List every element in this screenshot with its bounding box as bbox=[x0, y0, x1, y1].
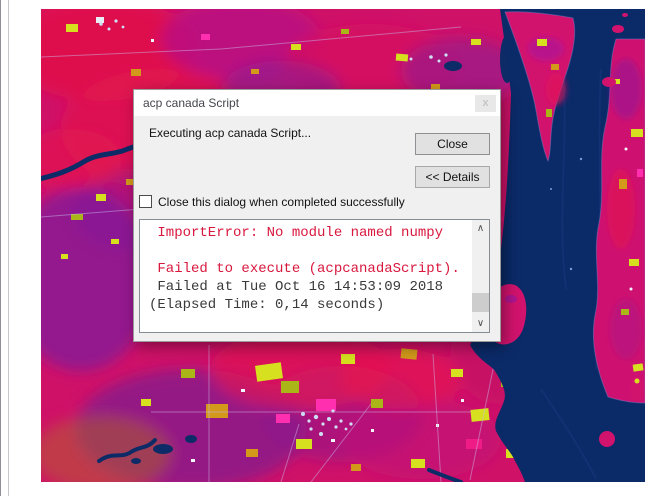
scroll-down-button[interactable]: ∨ bbox=[472, 315, 489, 332]
details-button[interactable]: << Details bbox=[415, 166, 490, 188]
vertical-scrollbar[interactable]: ∧ ∨ bbox=[472, 220, 489, 332]
dock-divider-line bbox=[0, 0, 1, 496]
dialog-close-button[interactable]: x bbox=[475, 95, 496, 112]
chevron-up-icon: ∧ bbox=[477, 223, 484, 234]
scrollbar-track[interactable] bbox=[472, 237, 489, 315]
close-button[interactable]: Close bbox=[415, 133, 490, 155]
checkbox-label: Close this dialog when completed success… bbox=[158, 195, 405, 209]
dialog-titlebar[interactable]: acp canada Script x bbox=[134, 90, 500, 116]
output-line: ImportError: No module named numpy bbox=[149, 224, 471, 242]
script-output-box[interactable]: ImportError: No module named numpy Faile… bbox=[139, 219, 490, 333]
output-line: Failed at Tue Oct 16 14:53:09 2018 bbox=[149, 278, 471, 296]
application-canvas: acp canada Script x Executing acp canada… bbox=[0, 0, 666, 496]
status-text: Executing acp canada Script... bbox=[149, 126, 311, 140]
output-line: Failed to execute (acpcanadaScript). bbox=[149, 260, 471, 278]
dialog-body: Executing acp canada Script... Close << … bbox=[134, 116, 500, 341]
close-on-complete-checkbox[interactable] bbox=[139, 195, 152, 208]
dock-divider-line-2 bbox=[8, 0, 9, 496]
scrollbar-thumb[interactable] bbox=[472, 293, 489, 312]
close-icon: x bbox=[482, 97, 488, 109]
script-dialog: acp canada Script x Executing acp canada… bbox=[133, 89, 501, 342]
output-text: ImportError: No module named numpy Faile… bbox=[140, 224, 471, 332]
chevron-down-icon: ∨ bbox=[477, 318, 484, 329]
scroll-up-button[interactable]: ∧ bbox=[472, 220, 489, 237]
dialog-title: acp canada Script bbox=[143, 90, 239, 116]
output-line bbox=[149, 242, 471, 260]
output-line: (Elapsed Time: 0,14 seconds) bbox=[149, 296, 471, 314]
